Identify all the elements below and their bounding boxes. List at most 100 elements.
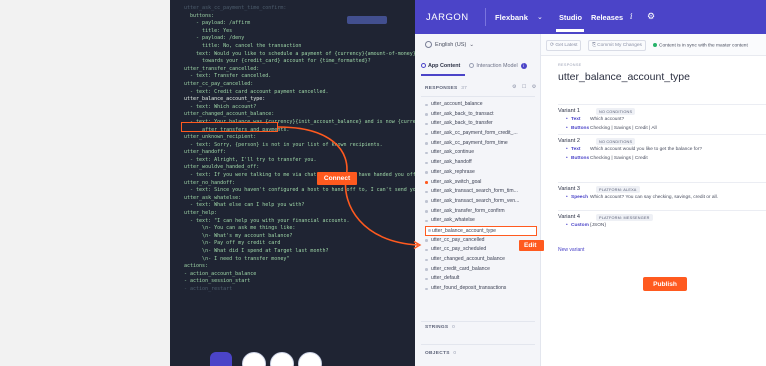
response-list-item[interactable]: utter_ask_cc_payment_form_time bbox=[425, 139, 537, 149]
response-list-item[interactable]: utter_ask_cc_payment_form_credit_... bbox=[425, 129, 537, 139]
response-list-item[interactable]: utter_ask_transact_search_form_tim... bbox=[425, 187, 537, 197]
info-icon[interactable]: i bbox=[630, 12, 633, 21]
field-value: Which account would you like to get the … bbox=[590, 147, 702, 152]
code-line[interactable]: - action_account_balance bbox=[184, 271, 415, 279]
code-line[interactable]: utter_unknown_recipient: bbox=[184, 134, 415, 142]
publish-button[interactable]: Publish bbox=[643, 277, 687, 291]
code-line[interactable]: \n- What did I spend at Target last mont… bbox=[184, 248, 415, 256]
response-list-item[interactable]: utter_ask_rephrase bbox=[425, 168, 537, 178]
variant-field-row[interactable]: SpeechWhich account? You can say checkin… bbox=[558, 195, 764, 204]
responses-count: 37 bbox=[461, 86, 468, 91]
code-line[interactable]: title: Yes bbox=[184, 28, 415, 36]
field-value: Which account? bbox=[590, 117, 625, 122]
code-line[interactable]: utter_handoff: bbox=[184, 149, 415, 157]
code-line[interactable]: utter_transfer_cancelled: bbox=[184, 66, 415, 74]
field-key: Buttons bbox=[566, 156, 589, 161]
response-list-item[interactable]: utter_ask_back_to_transact bbox=[425, 110, 537, 120]
code-line[interactable]: \n- You can ask me things like: bbox=[184, 225, 415, 233]
objects-section-header[interactable]: OBJECTS 0 bbox=[425, 351, 456, 356]
get-latest-button[interactable]: ⟳ Get Latest bbox=[546, 40, 582, 51]
variant-title: Variant 4 bbox=[558, 214, 580, 220]
response-list-item[interactable]: utter_ask_transact_search_form_ven... bbox=[425, 197, 537, 207]
gear-icon[interactable]: ⚙ bbox=[647, 11, 655, 22]
new-variant-button[interactable]: New variant bbox=[558, 247, 584, 253]
chevron-down-icon: ⌄ bbox=[469, 41, 475, 48]
code-line[interactable]: utter_balance_account_type: bbox=[184, 96, 415, 104]
code-line[interactable]: \n- Pay off my credit card bbox=[184, 240, 415, 248]
code-line[interactable]: - text: Sorry, {person} is not in your l… bbox=[184, 142, 415, 150]
response-list-item[interactable]: utter_credit_card_balance bbox=[425, 265, 537, 275]
response-list-item[interactable]: utter_ask_continue bbox=[425, 148, 537, 158]
response-list-item[interactable]: utter_ask_switch_goal bbox=[425, 178, 537, 188]
response-list-item[interactable]: utter_ask_transfer_form_confirm bbox=[425, 207, 537, 217]
code-line[interactable]: \n- I need to transfer money" bbox=[184, 256, 415, 264]
code-line[interactable]: - payload: /deny bbox=[184, 35, 415, 43]
response-list-item[interactable]: utter_found_deposit_transactions bbox=[425, 284, 537, 294]
globe-icon bbox=[425, 41, 432, 48]
variant-card[interactable]: Variant 1 NO CONDITIONS Text Which account?… bbox=[558, 104, 766, 135]
code-line[interactable]: utter_wouldve_handed_off: bbox=[184, 164, 415, 172]
highlight-box bbox=[181, 122, 278, 132]
code-line[interactable]: - text: What else can I help you with? bbox=[184, 202, 415, 210]
app-icon[interactable] bbox=[210, 352, 232, 366]
condition-badge: NO CONDITIONS bbox=[596, 138, 636, 145]
code-line[interactable]: - text: Since you haven't configured a h… bbox=[184, 187, 415, 195]
variant-field-row[interactable]: Text Which account would you like to get … bbox=[558, 147, 764, 156]
code-editor[interactable]: utter_ask_cc_payment_time_confirm: butto… bbox=[170, 0, 415, 366]
code-line[interactable]: text: Would you like to schedule a payme… bbox=[184, 51, 415, 59]
code-line[interactable]: towards your {credit_card} account for {… bbox=[184, 58, 415, 66]
code-line[interactable]: actions: bbox=[184, 263, 415, 271]
code-line[interactable]: utter_ask_cc_payment_time_confirm: bbox=[184, 5, 415, 13]
response-list-item[interactable]: utter_ask_whatelse bbox=[425, 216, 537, 226]
field-key: Custom bbox=[566, 223, 589, 228]
responses-tools[interactable]: ⚙ ☐ ⚙ bbox=[512, 84, 538, 90]
editor-badge bbox=[347, 16, 387, 24]
code-line[interactable]: - text: Which account? bbox=[184, 104, 415, 112]
tab-interaction-model[interactable]: Interaction Model i bbox=[469, 63, 527, 69]
variant-title: Variant 2 bbox=[558, 138, 580, 144]
variant-field-row[interactable]: Custom{JSON} bbox=[558, 223, 764, 232]
radio-icon bbox=[469, 63, 475, 69]
divider bbox=[421, 321, 535, 322]
code-line[interactable]: utter_cc_pay_cancelled: bbox=[184, 81, 415, 89]
response-list-item[interactable]: utter_changed_account_balance bbox=[425, 255, 537, 265]
response-kind-label: RESPONSE bbox=[558, 63, 582, 67]
language-selector[interactable]: English (US) ⌄ bbox=[425, 41, 474, 48]
divider bbox=[558, 182, 766, 183]
response-list-item[interactable]: utter_default bbox=[425, 274, 537, 284]
code-line[interactable]: - text: Credit card account payment canc… bbox=[184, 89, 415, 97]
variant-field-row[interactable]: ButtonsChecking | Savings | Credit bbox=[558, 156, 764, 165]
commit-changes-button[interactable]: ⎘ Commit My Changes bbox=[588, 40, 646, 51]
tab-app-content[interactable]: App Content bbox=[421, 63, 460, 69]
variant-card[interactable]: Variant 3 PLATFORM: ALEXA SpeechWhich acco… bbox=[558, 182, 766, 204]
response-list-item[interactable]: utter_balance_account_type bbox=[425, 225, 537, 236]
info-icon[interactable]: i bbox=[520, 63, 527, 69]
response-editor-panel: ⟳ Get Latest ⎘ Commit My Changes Content… bbox=[541, 34, 766, 366]
code-line[interactable]: - text: Alright, I'll try to transfer yo… bbox=[184, 157, 415, 165]
code-line[interactable]: - text: If you were talking to me via ch… bbox=[184, 172, 415, 180]
code-line[interactable]: \n- What's my account balance? bbox=[184, 233, 415, 241]
code-line[interactable]: - action_restart bbox=[184, 286, 415, 294]
responses-section-header[interactable]: RESPONSES 37 bbox=[425, 86, 467, 91]
response-list-item[interactable]: utter_ask_handoff bbox=[425, 158, 537, 168]
radio-icon bbox=[421, 63, 426, 69]
code-line[interactable]: title: No, cancel the transaction bbox=[184, 43, 415, 51]
response-list-item[interactable]: utter_ask_back_to_transfer bbox=[425, 119, 537, 129]
variant-field-row[interactable]: Text Which account? bbox=[558, 117, 764, 126]
code-line[interactable]: - text: "I can help you with your financ… bbox=[184, 218, 415, 226]
strings-section-header[interactable]: STRINGS 0 bbox=[425, 325, 455, 330]
nav-releases[interactable]: Releases bbox=[591, 13, 623, 22]
nav-studio[interactable]: Studio bbox=[559, 13, 582, 22]
response-list-item[interactable]: utter_account_balance bbox=[425, 100, 537, 110]
chevron-down-icon[interactable]: ⌄ bbox=[537, 13, 543, 21]
code-line[interactable]: utter_changed_account_balance: bbox=[184, 111, 415, 119]
project-selector[interactable]: Flexbank bbox=[495, 13, 528, 22]
code-line[interactable]: utter_help: bbox=[184, 210, 415, 218]
code-content[interactable]: utter_ask_cc_payment_time_confirm: butto… bbox=[184, 5, 415, 294]
code-line[interactable]: - text: Transfer cancelled. bbox=[184, 73, 415, 81]
code-line[interactable]: utter_no_handoff: bbox=[184, 180, 415, 188]
code-line[interactable]: utter_ask_whatelse: bbox=[184, 195, 415, 203]
variant-card[interactable]: Variant 2 NO CONDITIONS Text Which account … bbox=[558, 134, 766, 165]
code-line[interactable]: - action_session_start bbox=[184, 278, 415, 286]
variant-card[interactable]: Variant 4 PLATFORM: MESSENGER Custom{JSON} bbox=[558, 210, 766, 232]
